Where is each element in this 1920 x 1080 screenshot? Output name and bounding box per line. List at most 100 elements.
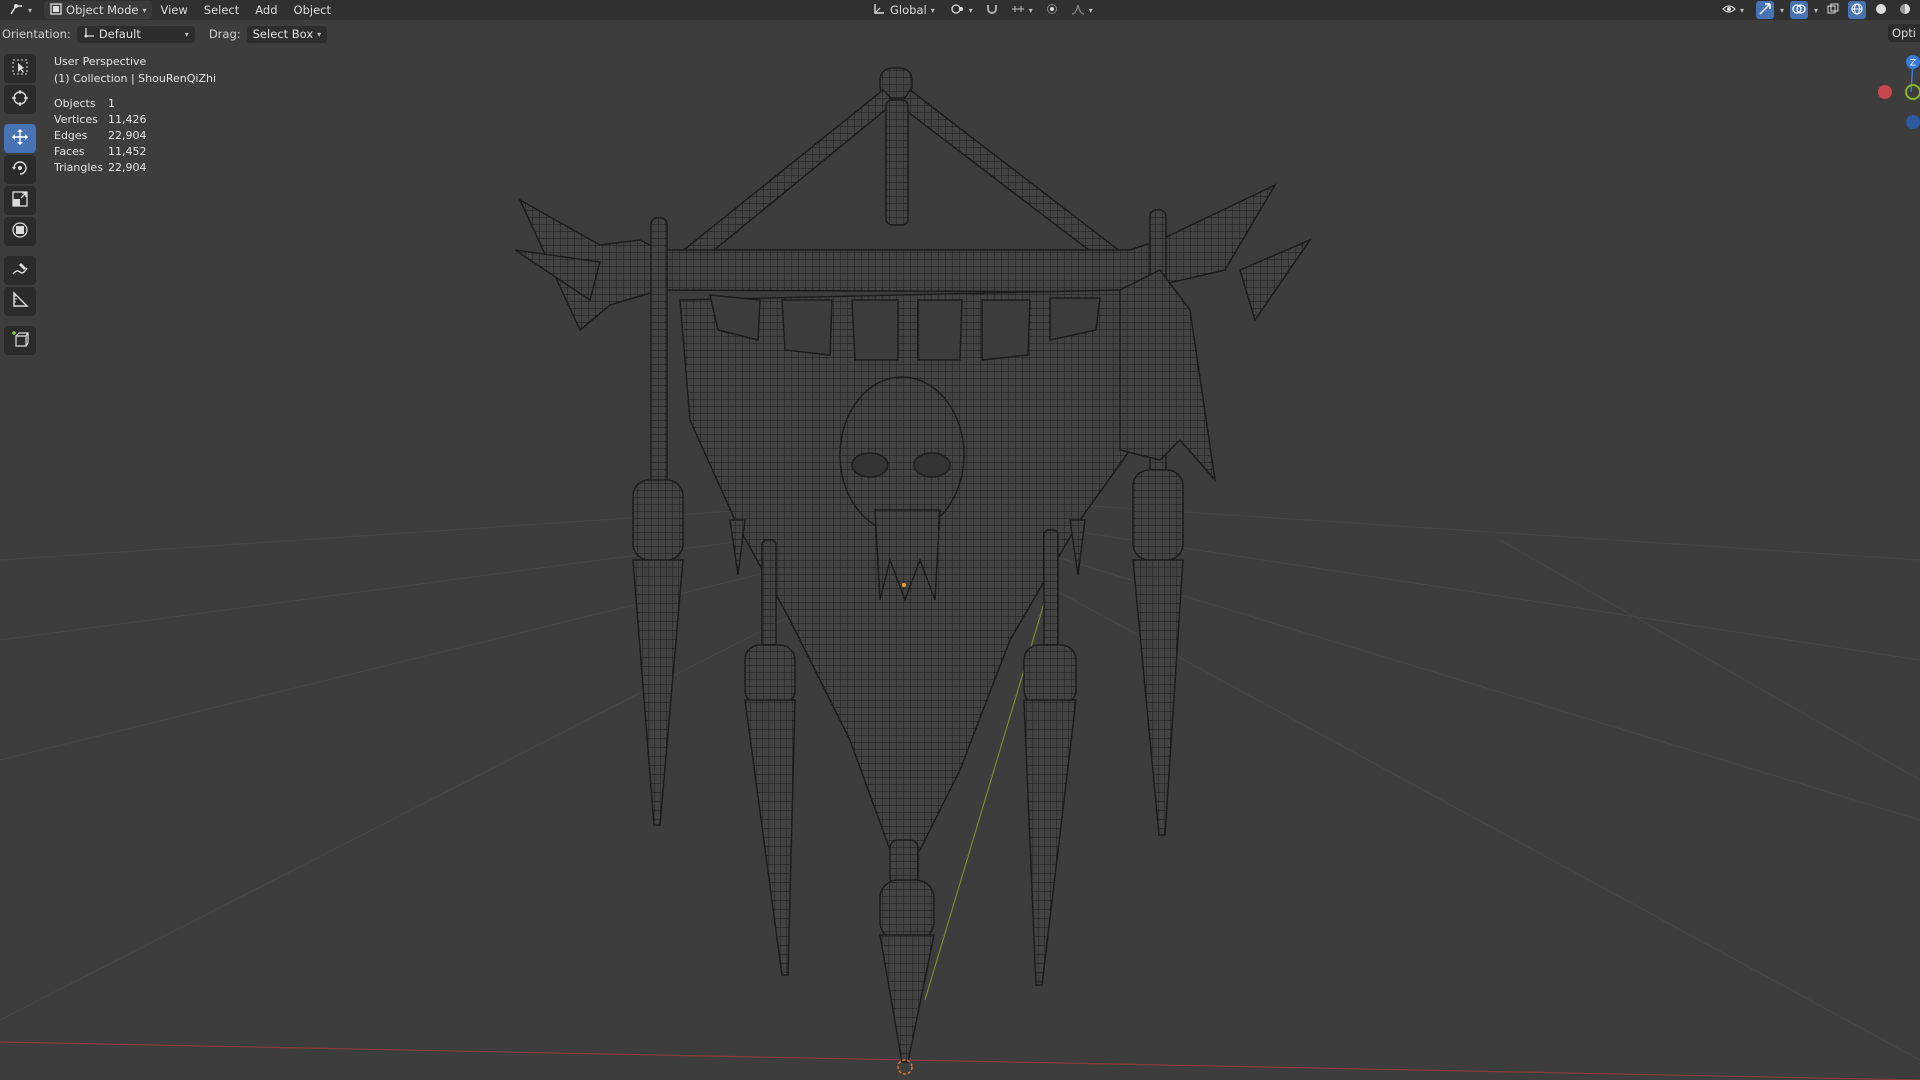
overlays-toggle[interactable] [1789,1,1808,19]
stat-label: Faces [54,145,85,158]
orientation-dropdown[interactable]: Default ▾ [76,25,195,43]
viewport-shading-tools: ▾ ▾ ▾ [1716,1,1914,19]
transform-tool[interactable] [4,217,36,246]
menu-add[interactable]: Add [247,1,285,19]
z-axis-label: Z [1910,59,1916,69]
wireframe-shading-button[interactable] [1848,1,1866,19]
orientation-axes-icon [872,3,886,18]
xray-toggle[interactable] [1824,1,1842,19]
transform-icon [11,221,29,242]
chevron-down-icon: ▾ [1088,5,1093,15]
stat-row: Faces 11,452 [54,144,147,160]
chevron-down-icon: ▾ [317,29,322,39]
falloff-curve-icon [1071,3,1085,18]
add-cube-tool[interactable] [4,326,36,355]
stat-value: 11,452 [108,145,147,158]
gizmo-dropdown-chevron[interactable]: ▾ [1780,6,1784,15]
tool-settings-bar: Orientation: Default ▾ Drag: Select Box … [0,24,328,44]
object-origin [902,583,906,587]
stat-label: Vertices [54,113,98,126]
chevron-down-icon: ▾ [142,5,147,15]
scene-statistics: Objects 1 Vertices 11,426 Edges 22,904 Face… [54,96,147,176]
stat-row: Objects 1 [54,96,147,112]
gizmo-arrow-icon [1758,2,1772,18]
overlays-icon [1792,3,1806,18]
move-tool[interactable] [4,124,36,153]
stat-value: 1 [108,97,115,110]
solid-sphere-icon [1875,3,1887,18]
scale-tool[interactable] [4,186,36,215]
cursor-icon [11,89,29,110]
transform-orientation-label: Global [890,3,927,17]
chevron-down-icon: ▾ [184,29,189,39]
orientation-label: Orientation: [2,27,71,41]
stat-row: Edges 22,904 [54,128,147,144]
pivot-icon [951,3,965,18]
solid-shading-button[interactable] [1872,1,1890,19]
magnet-icon [985,3,999,18]
stat-row: Vertices 11,426 [54,112,147,128]
eye-icon [1722,3,1736,18]
object-mode-icon [50,2,62,18]
collection-info: (1) Collection | ShouRenQiZhi [54,71,217,85]
visibility-dropdown[interactable]: ▾ [1716,1,1750,19]
proportional-editing-toggle[interactable] [1043,1,1061,19]
annotate-tool[interactable] [4,256,36,285]
pencil-icon [11,260,29,281]
viewport-header: ▾ Object Mode ▾ View Select Add Object G… [0,0,1920,20]
drag-label: Drag: [208,27,241,41]
editor-type-selector[interactable]: ▾ [4,1,38,19]
wireframe-model [514,67,1313,1063]
editor-type-icon [10,3,24,18]
navigation-gizmo[interactable]: Z [1870,48,1920,138]
tool-shelf [4,54,38,355]
gizmo-toggle[interactable] [1755,1,1774,19]
ruler-icon [11,291,29,312]
menu-object[interactable]: Object [286,1,339,19]
transform-orientation-dropdown[interactable]: Global ▾ [866,1,941,19]
snap-increment-icon [1011,3,1025,18]
stat-label: Objects [54,97,96,110]
wireframe-sphere-icon [1851,3,1863,18]
neg-z-axis-handle[interactable] [1906,115,1920,129]
x-axis-handle[interactable] [1878,85,1892,99]
select-box-tool[interactable] [4,54,36,83]
stat-label: Triangles [54,161,103,174]
drag-value: Select Box [252,27,314,41]
rotate-icon [11,159,29,180]
scale-icon [11,190,29,211]
falloff-dropdown[interactable]: ▾ [1065,1,1099,19]
mode-label: Object Mode [66,3,139,17]
orientation-default-icon [83,27,95,42]
proportional-dot-icon [1046,3,1058,18]
stat-value: 11,426 [108,113,147,126]
stat-value: 22,904 [108,161,147,174]
options-button[interactable]: Opti [1887,24,1920,42]
chevron-down-icon: ▾ [1739,5,1744,15]
pivot-point-dropdown[interactable]: ▾ [945,1,979,19]
menu-select[interactable]: Select [196,1,247,19]
y-axis-handle[interactable] [1905,84,1920,100]
select-box-icon [11,58,29,79]
mode-selector[interactable]: Object Mode ▾ [44,1,153,19]
chevron-down-icon: ▾ [968,5,973,15]
x-axis-line [0,1041,1920,1080]
rotate-tool[interactable] [4,155,36,184]
snap-target-dropdown[interactable]: ▾ [1005,1,1039,19]
add-cube-icon [11,330,29,351]
chevron-down-icon: ▾ [930,5,935,15]
view-name: User Perspective [54,55,147,68]
chevron-down-icon: ▾ [1028,5,1033,15]
menu-view[interactable]: View [152,1,195,19]
cursor-tool[interactable] [4,85,36,114]
drag-dropdown[interactable]: Select Box ▾ [246,25,328,43]
transform-tools: Global ▾ ▾ ▾ ▾ [866,1,1099,19]
material-shading-button[interactable] [1896,1,1914,19]
stat-label: Edges [54,129,88,142]
overlays-dropdown-chevron[interactable]: ▾ [1814,6,1818,15]
3d-viewport[interactable] [0,0,1920,1080]
stat-value: 22,904 [108,129,147,142]
snap-toggle[interactable] [983,1,1001,19]
measure-tool[interactable] [4,287,36,316]
move-arrows-icon [11,128,29,149]
